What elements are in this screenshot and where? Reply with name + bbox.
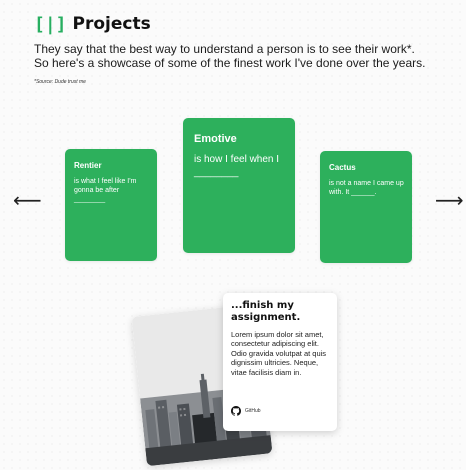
project-info-card: ...finish my assignment. Lorem ipsum dol…	[223, 293, 337, 431]
brackets-icon: [|]	[34, 13, 67, 35]
page-title: [|] Projects	[34, 13, 454, 35]
intro-line-1: They say that the best way to understand…	[34, 42, 415, 56]
github-icon	[231, 406, 241, 416]
project-info-title: ...finish my assignment.	[231, 300, 301, 323]
project-card-title: Cactus	[329, 163, 356, 172]
carousel-next-arrow-icon[interactable]: ⟶	[435, 190, 464, 210]
footnote: *Source: Dude trust me	[34, 79, 86, 85]
intro-text: They say that the best way to understand…	[34, 42, 454, 70]
intro-line-2: So here's a showcase of some of the fine…	[34, 56, 426, 70]
carousel-prev-arrow-icon[interactable]: ⟵	[13, 190, 42, 210]
project-card-cactus[interactable]: Cactus is not a name I came up with. It …	[320, 151, 412, 263]
github-link[interactable]: GitHub	[231, 406, 261, 416]
project-card-title: Emotive	[194, 133, 237, 145]
project-card-rentier[interactable]: Rentier is what I feel like I'm gonna be…	[65, 149, 157, 261]
project-card-description: is not a name I came up with. It ______.	[329, 180, 404, 197]
projects-header: [|] Projects They say that the best way …	[34, 13, 454, 86]
project-card-emotive[interactable]: Emotive is how I feel when I ________	[183, 118, 295, 253]
github-link-label: GitHub	[245, 408, 261, 414]
project-card-description: is how I feel when I ________	[194, 154, 280, 178]
project-card-description: is what I feel like I'm gonna be after _…	[74, 178, 137, 204]
project-card-title: Rentier	[74, 161, 102, 170]
page-title-text: Projects	[72, 14, 151, 34]
project-info-body: Lorem ipsum dolor sit amet, consectetur …	[231, 330, 327, 377]
